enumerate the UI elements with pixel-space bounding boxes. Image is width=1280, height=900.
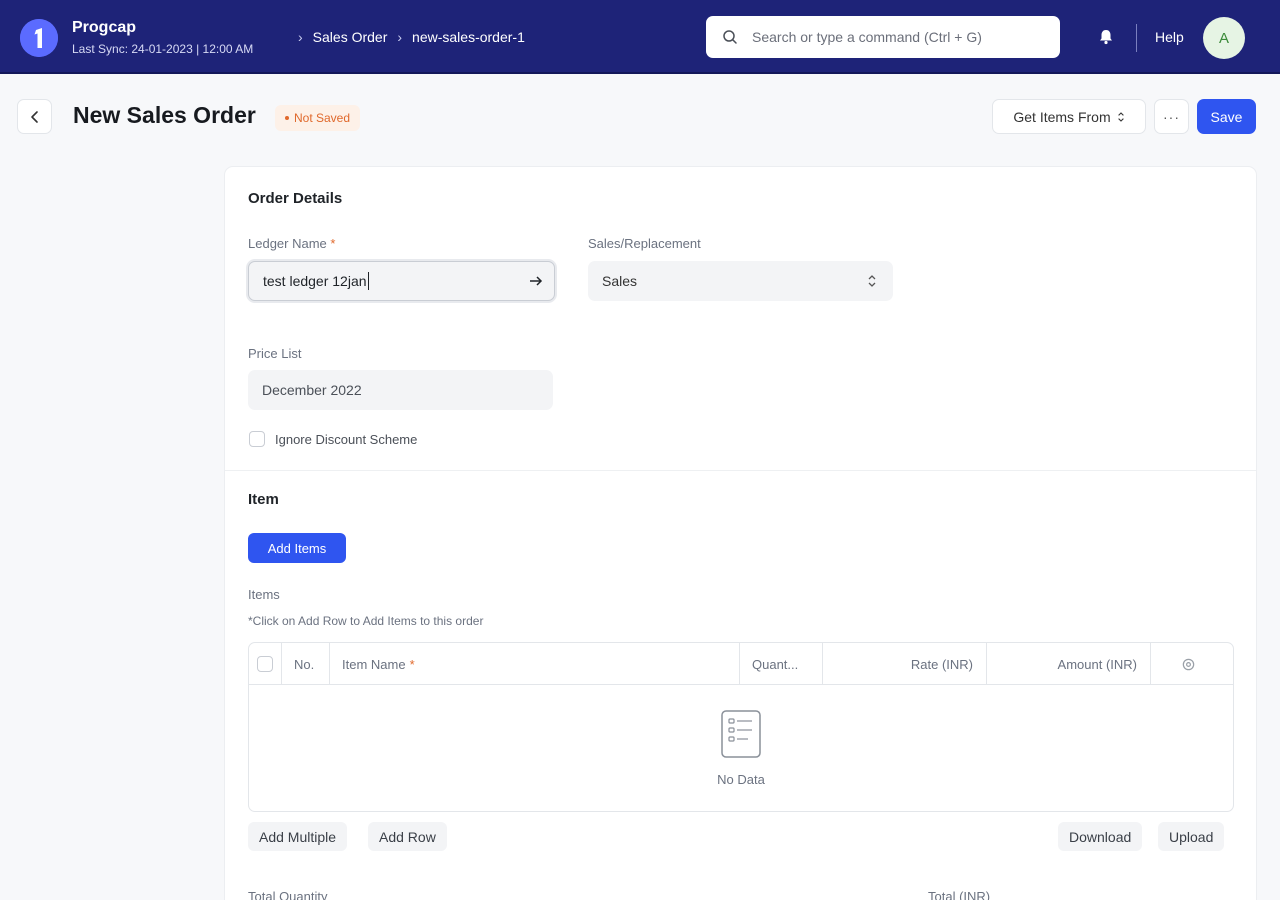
column-amount: Amount (INR) [1057, 656, 1137, 672]
column-separator [329, 643, 330, 685]
column-item-name-text: Item Name [342, 656, 406, 672]
sales-replacement-label: Sales/Replacement [588, 236, 701, 251]
more-options-button[interactable]: ··· [1154, 99, 1189, 134]
last-sync-text: Last Sync: 24-01-2023 | 12:00 AM [72, 42, 254, 56]
column-separator [281, 643, 282, 685]
status-dot-icon [285, 116, 289, 120]
order-details-title: Order Details [248, 190, 343, 207]
ledger-name-value: test ledger 12jan [263, 273, 367, 289]
column-separator [739, 643, 740, 685]
search-icon [723, 30, 737, 44]
chevron-left-icon [30, 110, 38, 123]
sales-order-form: Order Details Ledger Name * test ledger … [224, 166, 1257, 900]
add-items-button[interactable]: Add Items [248, 533, 346, 563]
required-mark: * [409, 656, 415, 672]
breadcrumb-current[interactable]: new-sales-order-1 [412, 29, 525, 45]
ledger-name-label-text: Ledger Name [248, 236, 327, 251]
total-inr-label: Total (INR) [928, 889, 991, 900]
price-list-field[interactable]: December 2022 [248, 370, 553, 410]
settings-gear-icon[interactable] [1181, 657, 1196, 672]
user-avatar[interactable]: A [1203, 17, 1245, 59]
select-all-checkbox[interactable] [257, 656, 273, 672]
column-no: No. [294, 656, 315, 672]
status-badge: Not Saved [275, 105, 361, 131]
ledger-name-label: Ledger Name * [248, 236, 335, 251]
ignore-discount-label: Ignore Discount Scheme [275, 432, 418, 447]
empty-state: No Data [249, 685, 1233, 811]
search-bar[interactable] [706, 16, 1060, 58]
column-separator [1150, 643, 1151, 685]
column-item-name: Item Name * [342, 643, 415, 685]
column-quantity: Quant... [752, 656, 799, 672]
app-logo-icon[interactable] [20, 19, 58, 57]
select-all-cell [257, 643, 275, 685]
add-row-button[interactable]: Add Row [368, 822, 447, 851]
item-section-title: Item [248, 491, 279, 508]
breadcrumb: › Sales Order › new-sales-order-1 [298, 29, 525, 45]
items-label: Items [248, 587, 280, 602]
logo-one-icon [20, 19, 58, 57]
chevron-right-icon: › [298, 29, 303, 45]
ledger-name-input[interactable]: test ledger 12jan [248, 261, 555, 301]
search-input[interactable] [752, 29, 1042, 45]
column-settings[interactable] [1181, 643, 1196, 685]
arrow-right-icon[interactable] [528, 273, 544, 289]
sort-updown-icon [1117, 111, 1124, 122]
sales-replacement-value: Sales [602, 273, 638, 289]
select-updown-icon [868, 275, 876, 287]
breadcrumb-sales-order[interactable]: Sales Order [313, 29, 388, 45]
chevron-right-icon: › [397, 29, 403, 45]
empty-document-icon [721, 709, 761, 758]
empty-state-text: No Data [717, 771, 765, 787]
navbar-divider [1136, 24, 1137, 52]
help-link[interactable]: Help [1155, 29, 1184, 45]
required-mark: * [330, 236, 336, 251]
add-multiple-button[interactable]: Add Multiple [248, 822, 348, 851]
items-table: No. Item Name * Quant... Rate (INR) Amou… [248, 642, 1234, 812]
ignore-discount-checkbox[interactable] [249, 431, 265, 447]
get-items-label: Get Items From [1013, 108, 1111, 125]
top-navbar: Progcap Last Sync: 24-01-2023 | 12:00 AM… [0, 0, 1280, 74]
items-hint: *Click on Add Row to Add Items to this o… [248, 614, 484, 628]
column-rate: Rate (INR) [910, 656, 973, 672]
total-quantity-label: Total Quantity [248, 889, 328, 900]
upload-button[interactable]: Upload [1158, 822, 1225, 851]
page-title: New Sales Order [73, 102, 256, 128]
brand-name: Progcap [72, 19, 137, 36]
save-button[interactable]: Save [1197, 99, 1256, 134]
section-divider [225, 470, 1256, 471]
status-text: Not Saved [294, 111, 351, 125]
price-list-label: Price List [248, 346, 302, 361]
get-items-from-button[interactable]: Get Items From [992, 99, 1146, 134]
download-button[interactable]: Download [1058, 822, 1143, 851]
back-button[interactable] [17, 99, 52, 134]
notification-bell-icon[interactable] [1096, 27, 1116, 47]
items-table-header: No. Item Name * Quant... Rate (INR) Amou… [249, 643, 1233, 685]
sales-replacement-select[interactable]: Sales [588, 261, 893, 301]
text-caret [367, 272, 369, 290]
